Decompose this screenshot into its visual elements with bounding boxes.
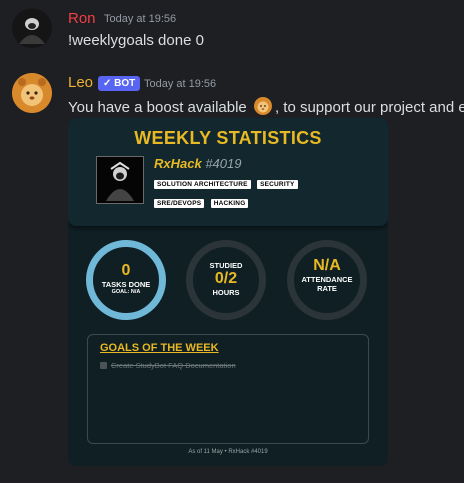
- tag: SECURITY: [257, 180, 298, 189]
- lion-emoji-icon: [253, 96, 273, 116]
- tasks-done-circle: 0 TASKS DONE GOAL: N/A: [86, 240, 166, 320]
- username-text: RxHack: [154, 156, 202, 171]
- card-header: WEEKLY STATISTICS RxHack #4019 SOLUTION …: [68, 118, 388, 226]
- timestamp: Today at 19:56: [104, 13, 177, 25]
- message-text-before: You have a boost available: [68, 99, 247, 116]
- message-content: !weeklygoals done 0: [68, 32, 204, 49]
- tag: HACKING: [210, 199, 249, 208]
- hours-label: HOURS: [212, 288, 240, 297]
- card-footer: As of 11 May • RxHack #4019: [188, 449, 268, 455]
- rate-label: RATE: [317, 284, 337, 293]
- avatar-ron[interactable]: [12, 8, 52, 48]
- message-text-after: , to support our project and e: [274, 99, 464, 116]
- message-content: You have a boost available , to support …: [68, 96, 464, 116]
- goals-panel: GOALS OF THE WEEK Create StudyBot FAQ Do…: [87, 334, 369, 444]
- avatar-leo[interactable]: [12, 73, 52, 113]
- tasks-goal-label: GOAL: N/A: [111, 289, 141, 295]
- author-name[interactable]: Leo: [68, 74, 93, 91]
- tasks-done-value: 0: [121, 262, 131, 279]
- username: RxHack #4019: [154, 156, 241, 171]
- goals-title: GOALS OF THE WEEK: [100, 342, 219, 354]
- tag: SRE/DEVOPS: [154, 199, 205, 208]
- bot-badge: ✓ BOT: [98, 76, 141, 91]
- author-name[interactable]: Ron: [68, 10, 96, 27]
- profile-picture: [96, 156, 144, 204]
- tasks-done-label: TASKS DONE: [101, 280, 151, 289]
- checkbox-icon: [100, 362, 107, 369]
- studied-hours-circle: STUDIED 0/2 HOURS: [186, 240, 266, 320]
- attendance-label: ATTENDANCE: [301, 275, 353, 284]
- message-ron: Ron Today at 19:56 !weeklygoals done 0: [0, 0, 464, 60]
- goal-item: Create StudyBot FAQ Documentation: [100, 361, 236, 370]
- studied-value: 0/2: [214, 270, 238, 287]
- attendance-value: N/A: [313, 257, 341, 274]
- goal-text: Create StudyBot FAQ Documentation: [111, 361, 236, 370]
- weekly-statistics-card: WEEKLY STATISTICS RxHack #4019 SOLUTION …: [68, 118, 388, 466]
- tag: SOLUTION ARCHITECTURE: [154, 180, 251, 189]
- studied-label: STUDIED: [209, 261, 243, 270]
- role-tags: SOLUTION ARCHITECTURE SECURITY SRE/DEVOP…: [154, 173, 354, 211]
- attendance-rate-circle: N/A ATTENDANCE RATE: [287, 240, 367, 320]
- timestamp: Today at 19:56: [144, 78, 217, 90]
- card-title: WEEKLY STATISTICS: [134, 128, 322, 148]
- discriminator: #4019: [205, 156, 242, 171]
